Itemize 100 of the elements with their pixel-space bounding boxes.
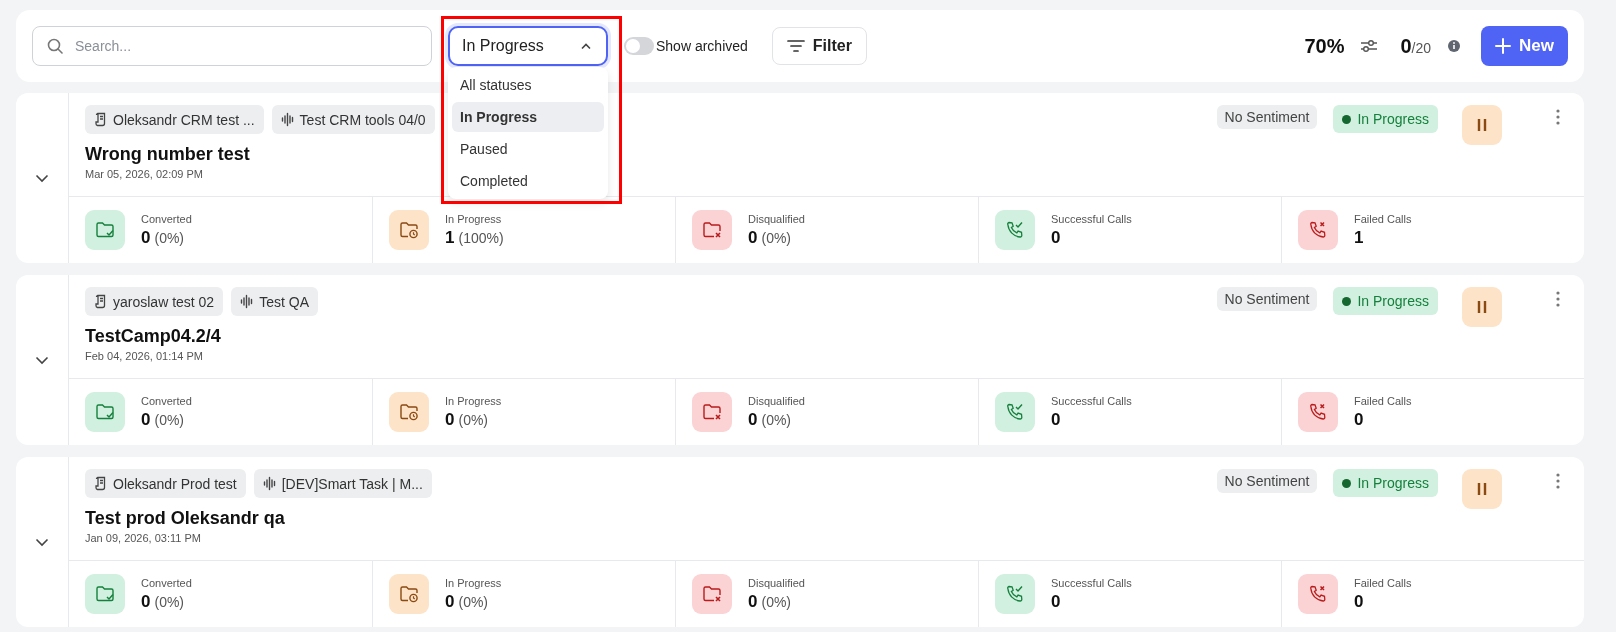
menu-option[interactable]: Paused <box>452 134 604 164</box>
waveform-icon <box>280 112 294 127</box>
menu-option[interactable]: Completed <box>452 166 604 196</box>
expand-chevron-icon[interactable] <box>35 173 49 183</box>
kebab-icon <box>1556 473 1560 489</box>
phone-check-icon <box>1005 584 1025 604</box>
stat-percent: (0%) <box>458 593 489 610</box>
info-icon <box>1447 39 1462 53</box>
document-icon <box>94 294 107 309</box>
folder-clock-icon <box>399 220 419 240</box>
status-dropdown[interactable]: In Progress <box>448 26 608 66</box>
status-dot <box>1342 114 1352 124</box>
stat-value: 0 <box>141 409 151 430</box>
pause-icon <box>1477 118 1487 132</box>
toggle-switch[interactable] <box>624 37 654 55</box>
phone-check-icon <box>1005 402 1025 422</box>
stat-label: Successful Calls <box>1051 212 1132 225</box>
filter-icon <box>786 39 805 53</box>
stat-value: 0 <box>748 591 758 612</box>
tag-label: Oleksandr Prod test <box>113 475 237 492</box>
status-label: In Progress <box>1357 475 1429 491</box>
status-dot <box>1342 478 1352 488</box>
stat-percent: (0%) <box>761 593 792 610</box>
campaign-date: Jan 09, 2026, 03:11 PM <box>85 532 201 544</box>
stat-percent: (0%) <box>761 411 792 428</box>
stat-percent: (0%) <box>761 229 792 246</box>
stat-label: Converted <box>141 394 192 407</box>
stat-label: Failed Calls <box>1354 394 1412 407</box>
stat-value: 0 <box>445 591 455 612</box>
phone-check-icon <box>1005 220 1025 240</box>
phone-x-icon <box>1308 584 1328 604</box>
expand-chevron-icon[interactable] <box>35 355 49 365</box>
stat-value: 0 <box>141 227 151 248</box>
sliders-icon[interactable] <box>1360 39 1379 53</box>
stat-value: 0 <box>748 227 758 248</box>
tag-label: Test QA <box>259 293 309 310</box>
stat-label: Failed Calls <box>1354 212 1412 225</box>
stat-percent: (0%) <box>154 229 185 246</box>
folder-check-icon <box>95 220 115 240</box>
stat-label: Disqualified <box>748 212 805 225</box>
campaign-title: TestCamp04.2/4 <box>85 326 221 347</box>
waveform-icon <box>240 294 254 309</box>
stat-value: 0 <box>1051 227 1061 248</box>
sentiment-badge: No Sentiment <box>1216 287 1318 311</box>
stat-label: In Progress <box>445 394 502 407</box>
stat-value: 0 <box>748 409 758 430</box>
filter-button[interactable]: Filter <box>771 27 867 65</box>
sentiment-badge: No Sentiment <box>1216 105 1318 129</box>
folder-clock-icon <box>399 584 419 604</box>
search-input[interactable]: Search... <box>73 37 417 55</box>
menu-option[interactable]: All statuses <box>452 70 604 100</box>
tag-label: Oleksandr CRM test ... <box>113 111 255 128</box>
tag-label: Test CRM tools 04/0 <box>299 111 426 128</box>
campaign-date: Feb 04, 2026, 01:14 PM <box>85 350 204 362</box>
folder-clock-icon <box>399 402 419 422</box>
pause-button[interactable] <box>1462 469 1502 509</box>
stat-label: Successful Calls <box>1051 576 1132 589</box>
pause-icon <box>1477 300 1487 314</box>
new-button[interactable]: New <box>1481 26 1568 66</box>
pause-button[interactable] <box>1462 287 1502 327</box>
stat-value: 0 <box>141 591 151 612</box>
tag-label: [DEV]Smart Task | M... <box>281 475 423 492</box>
stat-value: 0 <box>445 409 455 430</box>
document-icon <box>94 112 107 127</box>
stat-label: Disqualified <box>748 394 805 407</box>
status-dot <box>1342 296 1352 306</box>
document-icon <box>94 476 107 491</box>
waveform-icon <box>262 476 276 491</box>
kebab-icon <box>1556 109 1560 125</box>
stat-label: In Progress <box>445 576 502 589</box>
phone-x-icon <box>1308 220 1328 240</box>
stat-label: Failed Calls <box>1354 576 1412 589</box>
plus-icon <box>1495 38 1512 54</box>
stat-label: Disqualified <box>748 576 805 589</box>
campaign-date: Mar 05, 2026, 02:09 PM <box>85 168 203 180</box>
chevron-icon <box>580 42 592 50</box>
stat-percent: (0%) <box>154 411 185 428</box>
menu-option[interactable]: In Progress <box>452 102 604 132</box>
expand-chevron-icon[interactable] <box>35 537 49 547</box>
status-label: In Progress <box>1357 293 1429 309</box>
stat-value: 1 <box>445 227 455 248</box>
phone-x-icon <box>1308 402 1328 422</box>
usage-limit: /20 <box>1411 39 1432 56</box>
tag-label: yaroslaw test 02 <box>113 293 215 310</box>
folder-x-icon <box>702 402 722 422</box>
stat-value: 0 <box>1051 591 1061 612</box>
stat-percent: (0%) <box>154 593 185 610</box>
search-field[interactable]: Search... <box>32 26 432 66</box>
stat-percent: (0%) <box>458 411 489 428</box>
sentiment-badge: No Sentiment <box>1216 469 1318 493</box>
stat-value: 0 <box>1354 591 1364 612</box>
pause-icon <box>1477 482 1487 496</box>
usage-count: 0 <box>1400 34 1412 58</box>
success-rate: 70% <box>1304 34 1345 58</box>
stat-value: 0 <box>1051 409 1061 430</box>
kebab-icon <box>1556 291 1560 307</box>
folder-check-icon <box>95 402 115 422</box>
toggle-label: Show archived <box>656 38 748 54</box>
status-label: In Progress <box>1357 111 1429 127</box>
pause-button[interactable] <box>1462 105 1502 145</box>
